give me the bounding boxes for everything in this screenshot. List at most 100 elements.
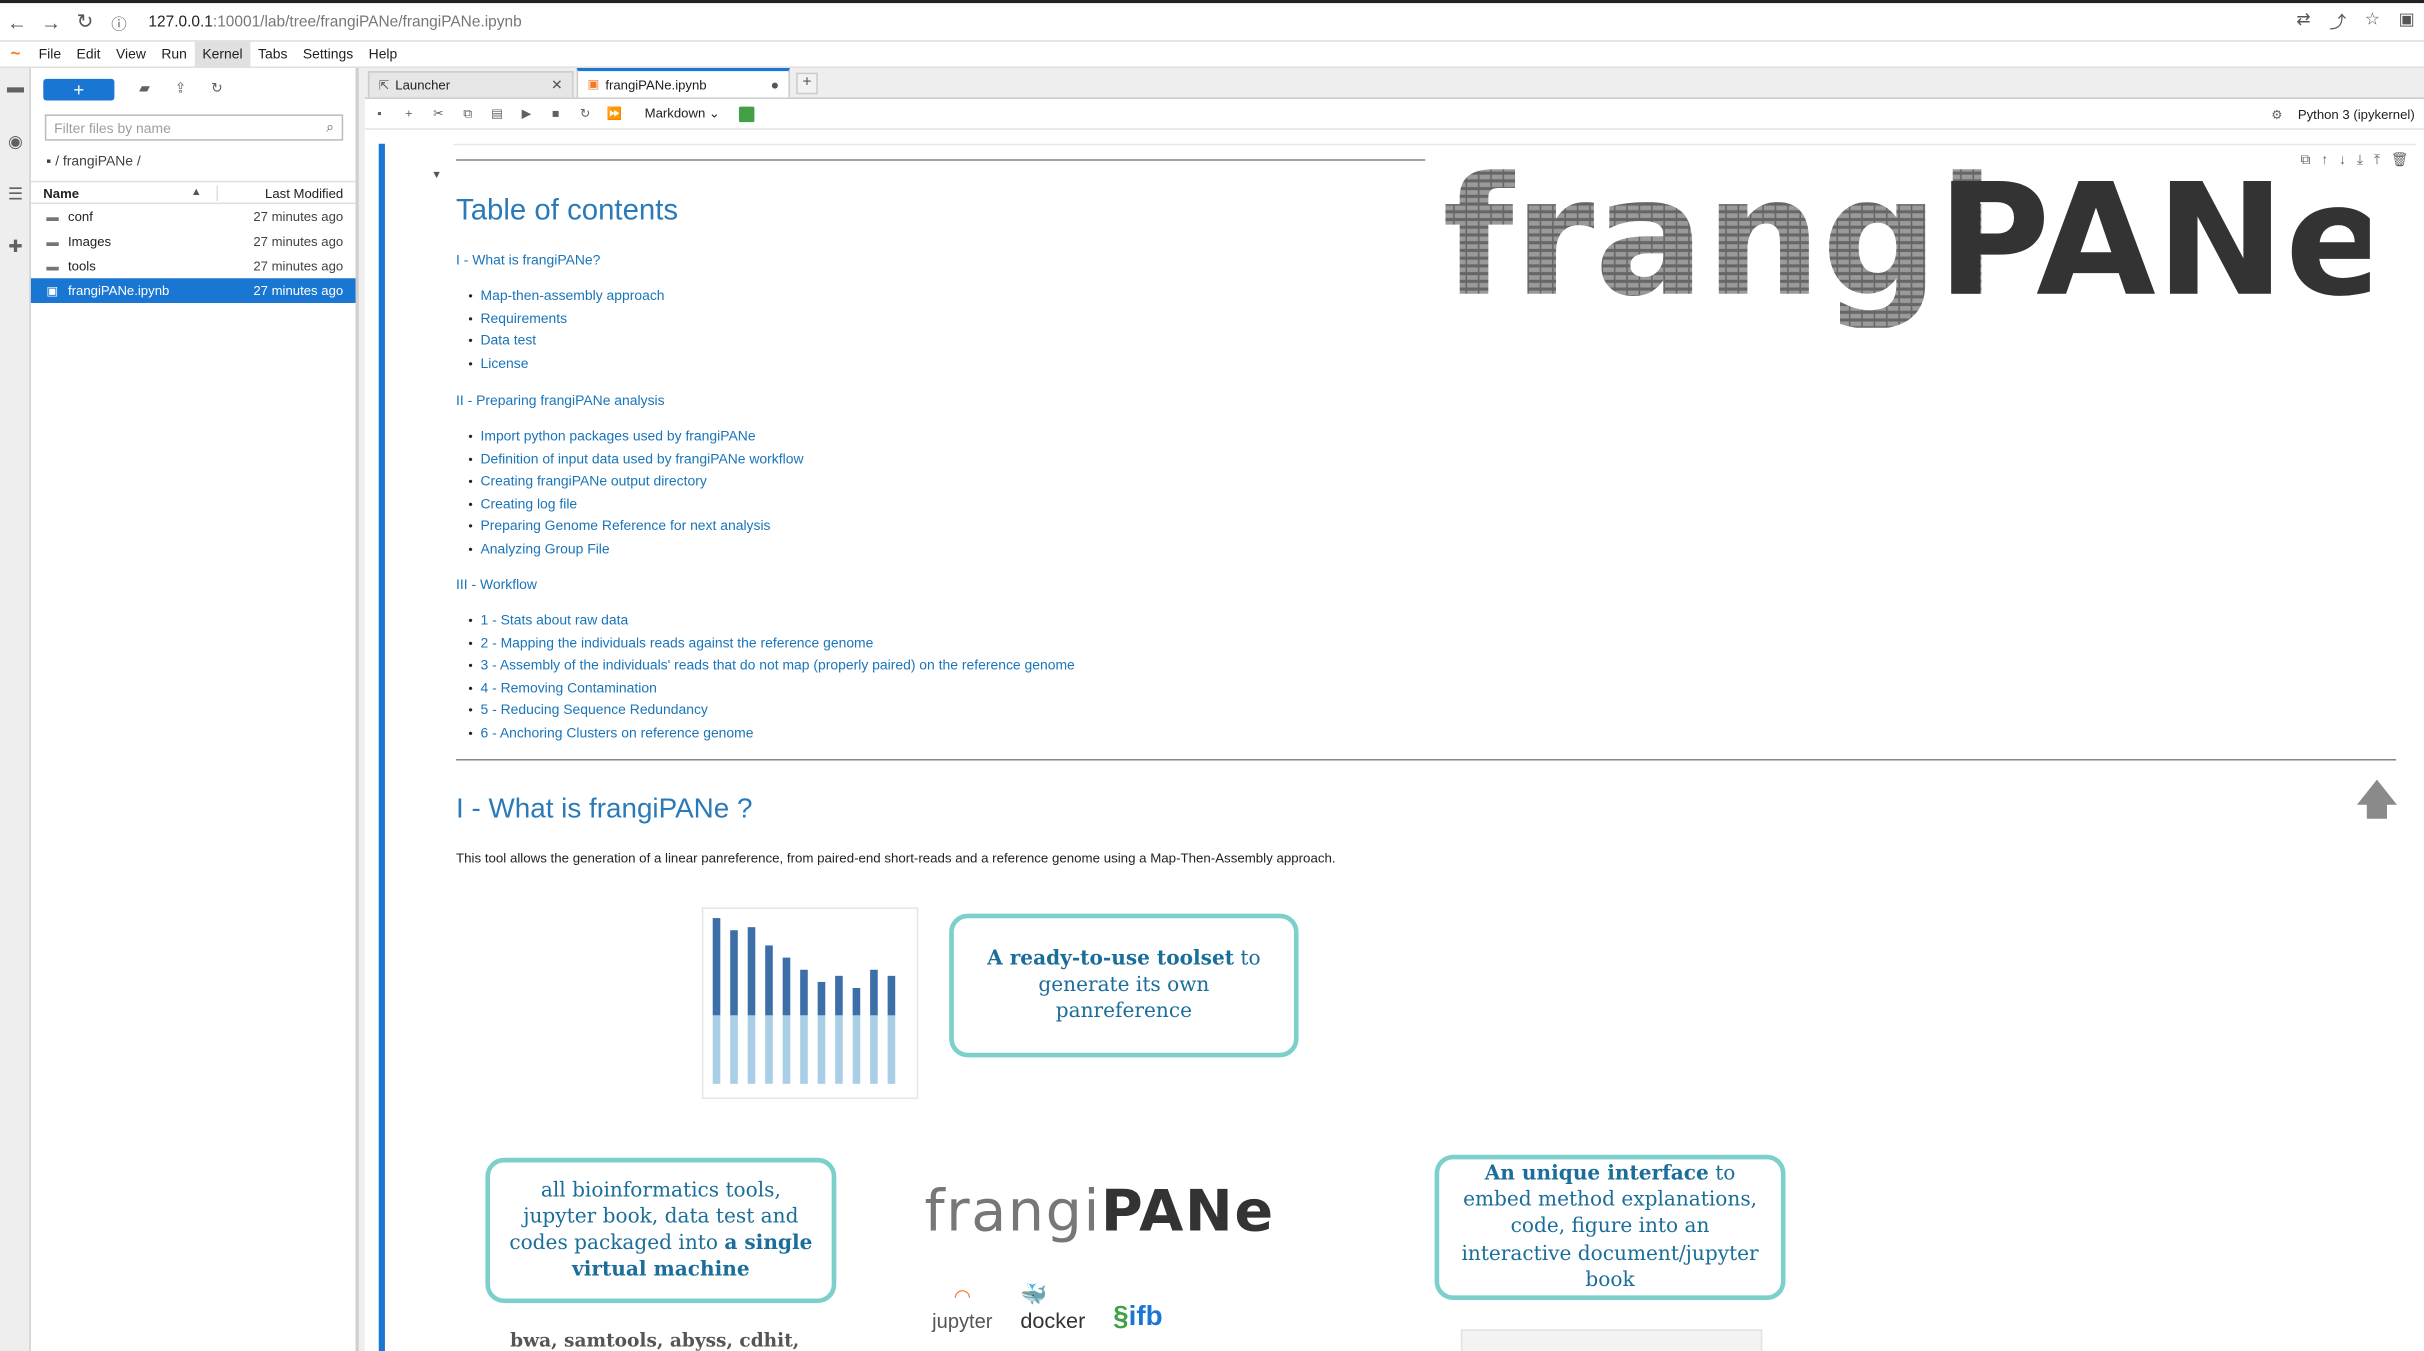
menu-file[interactable]: File: [31, 41, 69, 67]
fast-forward-icon[interactable]: ⏩: [600, 107, 629, 121]
tab-launcher[interactable]: ⇱ Launcher ✕: [367, 71, 574, 98]
delete-icon[interactable]: 🗑: [2391, 151, 2409, 168]
launcher-icon: ⇱: [378, 78, 390, 92]
add-tab-button[interactable]: +: [796, 72, 818, 95]
breadcrumb[interactable]: ▪ / frangiPANe /: [46, 153, 355, 175]
column-name[interactable]: Name: [43, 185, 191, 200]
save-icon[interactable]: ▪: [365, 107, 394, 121]
refresh-icon[interactable]: ↻: [211, 80, 223, 97]
plot-bar-lower: [782, 1015, 791, 1084]
plot-bar-lower: [852, 1015, 861, 1084]
upload-icon[interactable]: ⇪: [175, 80, 187, 97]
paste-icon[interactable]: ▤: [482, 107, 511, 121]
menu-edit[interactable]: Edit: [69, 41, 108, 67]
panel-splitter[interactable]: [357, 68, 365, 1351]
close-icon[interactable]: ✕: [539, 77, 563, 94]
toc-link[interactable]: Analyzing Group File: [468, 538, 803, 561]
cut-icon[interactable]: ✂: [424, 107, 453, 121]
notebook-panel[interactable]: ▼ ⧉ ↑ ↓ ⤓ ⤒ 🗑 frangi PANe Table of conte…: [364, 129, 2424, 1351]
toc-link[interactable]: Preparing Genome Reference for next anal…: [468, 515, 803, 538]
folder-icon: ▬: [46, 209, 59, 224]
file-row-notebook[interactable]: ▣ frangiPANe.ipynb 27 minutes ago: [30, 278, 356, 303]
plot-bar-lower: [747, 1015, 756, 1084]
tab-notebook[interactable]: ▣ frangiPANe.ipynb ●: [576, 68, 790, 98]
back-to-top-icon[interactable]: 🡅: [2356, 771, 2397, 839]
stop-icon[interactable]: ■: [541, 107, 570, 121]
toc-link[interactable]: Creating frangiPANe output directory: [468, 470, 803, 493]
collapse-caret-icon[interactable]: ▼: [431, 170, 442, 181]
new-launcher-button[interactable]: +: [43, 78, 115, 100]
restart-icon[interactable]: ↻: [570, 107, 599, 121]
share-icon[interactable]: ⤴: [2329, 9, 2346, 34]
bookmark-star-icon[interactable]: ☆: [2365, 9, 2380, 34]
toc-link[interactable]: 1 - Stats about raw data: [468, 609, 1074, 632]
filter-files-input[interactable]: Filter files by name ⌕: [44, 114, 344, 141]
toc-list-1: Map-then-assembly approach Requirements …: [468, 284, 664, 374]
toc-link[interactable]: Definition of input data used by frangiP…: [468, 448, 803, 471]
sort-arrow-icon[interactable]: ▲: [191, 187, 202, 198]
toc-link[interactable]: 5 - Reducing Sequence Redundancy: [468, 699, 1074, 722]
spreadsheet-icon[interactable]: [738, 105, 754, 122]
toc-icon[interactable]: ☰: [0, 173, 31, 213]
plot-bar: [730, 930, 738, 1016]
menu-run[interactable]: Run: [154, 41, 195, 67]
toc-link[interactable]: 2 - Mapping the individuals reads agains…: [468, 632, 1074, 655]
toc-link[interactable]: 3 - Assembly of the individuals' reads t…: [468, 654, 1074, 677]
toc-section-2[interactable]: II - Preparing frangiPANe analysis: [456, 393, 665, 408]
menu-help[interactable]: Help: [361, 41, 405, 67]
extension-icon[interactable]: ✚: [0, 226, 31, 266]
menu-tabs[interactable]: Tabs: [250, 41, 295, 67]
file-modified: 27 minutes ago: [253, 282, 344, 299]
file-name: Images: [68, 233, 112, 249]
toc-section-1[interactable]: I - What is frangiPANe?: [456, 252, 600, 267]
browser-address-bar: ← → ↻ ⓘ 127.0.0.1:10001/lab/tree/frangiP…: [0, 0, 2424, 42]
toc-link[interactable]: Requirements: [468, 307, 664, 330]
toc-section-3[interactable]: III - Workflow: [456, 577, 537, 592]
ifb-logo: §ifb: [1113, 1300, 1163, 1331]
info-box-toolset: A ready-to-use toolset to generate its o…: [949, 913, 1299, 1058]
toc-link[interactable]: Creating log file: [468, 493, 803, 516]
cell-type-select[interactable]: Markdown ⌄: [638, 105, 726, 122]
menu-kernel[interactable]: Kernel: [194, 40, 251, 68]
insert-cell-icon[interactable]: +: [394, 107, 423, 121]
new-folder-icon[interactable]: ▰: [139, 80, 150, 97]
url-field[interactable]: 127.0.0.1:10001/lab/tree/frangiPANe/fran…: [148, 13, 521, 30]
sidepanel-icon[interactable]: ▣: [2399, 9, 2415, 34]
menu-view[interactable]: View: [108, 41, 153, 67]
back-icon[interactable]: ←: [0, 10, 34, 33]
running-icon[interactable]: ◉: [0, 121, 31, 161]
markdown-cell[interactable]: ⧉ ↑ ↓ ⤓ ⤒ 🗑 frangi PANe Table of content…: [452, 143, 2417, 1351]
forward-icon[interactable]: →: [34, 10, 68, 33]
file-modified: 27 minutes ago: [253, 233, 344, 249]
plot-bar: [887, 975, 896, 1016]
active-cell-indicator[interactable]: [378, 143, 385, 1351]
unsaved-dot-icon[interactable]: ●: [758, 77, 779, 92]
toc-link[interactable]: License: [468, 352, 664, 375]
kernel-name[interactable]: ⚙ Python 3 (ipykernel): [2271, 106, 2424, 121]
insert-below-icon[interactable]: ⤒: [2374, 151, 2380, 168]
file-modified: 27 minutes ago: [253, 208, 344, 225]
file-row-images[interactable]: ▬ Images 27 minutes ago: [31, 229, 356, 254]
frangipane-logo: frangi PANe: [1442, 158, 2370, 328]
search-placeholder: Filter files by name: [54, 119, 171, 136]
toc-link[interactable]: 4 - Removing Contamination: [468, 677, 1074, 700]
copy-icon[interactable]: ⧉: [453, 106, 482, 121]
reload-icon[interactable]: ↻: [68, 9, 102, 34]
docker-logo: 🐳 docker: [1020, 1281, 1086, 1333]
file-modified: 27 minutes ago: [253, 258, 344, 274]
jupyter-screenshot-image: [1460, 1329, 1763, 1351]
info-icon[interactable]: ⓘ: [102, 10, 136, 33]
toc-link[interactable]: Map-then-assembly approach: [468, 284, 664, 307]
translate-icon[interactable]: ⇄: [2296, 9, 2310, 34]
run-icon[interactable]: ▶: [512, 107, 541, 121]
file-row-conf[interactable]: ▬ conf 27 minutes ago: [31, 204, 356, 229]
column-last-modified[interactable]: Last Modified: [217, 184, 343, 201]
toc-link[interactable]: Data test: [468, 330, 664, 353]
toc-link[interactable]: 6 - Anchoring Clusters on reference geno…: [468, 722, 1074, 745]
folder-icon: ▬: [46, 234, 59, 249]
toc-link[interactable]: Import python packages used by frangiPAN…: [468, 425, 803, 448]
file-row-tools[interactable]: ▬ tools 27 minutes ago: [31, 254, 356, 279]
folder-icon[interactable]: ▬: [0, 68, 31, 108]
menu-settings[interactable]: Settings: [295, 41, 361, 67]
jupyter-logo: ◠ jupyter: [932, 1284, 993, 1333]
